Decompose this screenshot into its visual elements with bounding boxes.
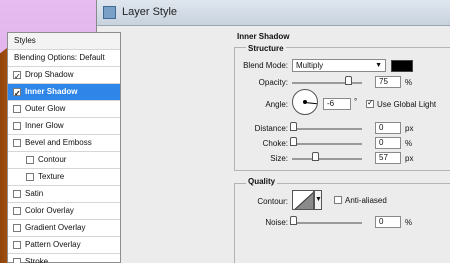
style-item-contour[interactable]: Contour: [8, 152, 120, 169]
angle-unit: °: [354, 97, 358, 106]
style-item-color-overlay[interactable]: Color Overlay: [8, 203, 120, 220]
contour-label: Contour:: [257, 197, 288, 206]
opacity-input[interactable]: 75: [375, 76, 401, 88]
size-slider-track[interactable]: [292, 158, 362, 160]
style-item-label: Stroke: [25, 257, 49, 263]
app-icon: [103, 6, 116, 19]
angle-label: Angle:: [265, 100, 288, 109]
bevel-emboss-checkbox[interactable]: [13, 139, 21, 147]
distance-slider-track[interactable]: [292, 128, 362, 130]
opacity-slider-handle[interactable]: [345, 76, 352, 85]
size-unit: px: [405, 154, 414, 163]
inner-glow-checkbox[interactable]: [13, 122, 21, 130]
gradient-overlay-checkbox[interactable]: [13, 224, 21, 232]
style-item-drop-shadow[interactable]: Drop Shadow: [8, 67, 120, 85]
noise-slider-handle[interactable]: [290, 216, 297, 225]
anti-aliased-label: Anti-aliased: [345, 196, 387, 205]
size-slider-handle[interactable]: [312, 152, 319, 161]
style-item-label: Inner Shadow: [25, 87, 78, 96]
style-item-label: Blending Options: Default: [14, 53, 105, 62]
use-global-light-label: Use Global Light: [377, 100, 437, 109]
choke-unit: %: [405, 139, 413, 148]
blend-mode-value: Multiply: [296, 61, 324, 70]
style-item-label: Bevel and Emboss: [25, 138, 92, 147]
size-label: Size:: [270, 154, 288, 163]
style-item-label: Drop Shadow: [25, 70, 74, 79]
noise-label: Noise:: [265, 218, 288, 227]
opacity-label: Opacity:: [258, 78, 288, 87]
satin-checkbox[interactable]: [13, 190, 21, 198]
style-item-label: Texture: [38, 172, 65, 181]
style-item-pattern-overlay[interactable]: Pattern Overlay: [8, 237, 120, 254]
noise-input[interactable]: 0: [375, 216, 401, 228]
styles-header[interactable]: Styles: [8, 33, 120, 50]
choke-slider-handle[interactable]: [290, 137, 297, 146]
size-input[interactable]: 57: [375, 152, 401, 164]
contour-checkbox[interactable]: [26, 156, 34, 164]
style-item-texture[interactable]: Texture: [8, 169, 120, 186]
stroke-checkbox[interactable]: [13, 258, 21, 263]
texture-checkbox[interactable]: [26, 173, 34, 181]
use-global-light-checkbox[interactable]: [366, 98, 374, 108]
style-item-stroke[interactable]: Stroke: [8, 254, 120, 263]
distance-slider-handle[interactable]: [290, 122, 297, 131]
blend-mode-select[interactable]: Multiply ▼: [292, 59, 386, 72]
anti-aliased-checkbox[interactable]: [334, 196, 342, 204]
distance-label: Distance:: [254, 124, 288, 133]
window-title: Layer Style: [122, 6, 178, 18]
style-item-outer-glow[interactable]: Outer Glow: [8, 101, 120, 118]
contour-dropdown-button[interactable]: ▼: [314, 190, 322, 210]
color-overlay-checkbox[interactable]: [13, 207, 21, 215]
opacity-unit: %: [405, 78, 413, 87]
angle-dial[interactable]: [292, 89, 318, 115]
shadow-color-swatch[interactable]: [391, 60, 413, 72]
choke-label: Choke:: [262, 139, 288, 148]
choke-input[interactable]: 0: [375, 137, 401, 149]
contour-curve-icon: [294, 192, 313, 209]
style-item-label: Gradient Overlay: [25, 223, 86, 232]
style-item-label: Pattern Overlay: [25, 240, 81, 249]
styles-list: Styles Blending Options: Default Drop Sh…: [7, 32, 121, 263]
inner-shadow-title: Inner Shadow: [237, 32, 290, 41]
style-item-gradient-overlay[interactable]: Gradient Overlay: [8, 220, 120, 237]
style-item-satin[interactable]: Satin: [8, 186, 120, 203]
style-item-inner-glow[interactable]: Inner Glow: [8, 118, 120, 135]
angle-input[interactable]: -6: [323, 98, 351, 110]
inner-shadow-checkbox[interactable]: [13, 86, 21, 102]
noise-slider-track[interactable]: [292, 222, 362, 224]
angle-dial-center: [303, 100, 307, 104]
drop-shadow-checkbox[interactable]: [13, 69, 21, 85]
style-item-label: Inner Glow: [25, 121, 64, 130]
noise-unit: %: [405, 218, 413, 227]
title-bar: Layer Style: [97, 0, 450, 26]
style-item-blending-options[interactable]: Blending Options: Default: [8, 50, 120, 67]
style-item-label: Contour: [38, 155, 67, 164]
choke-slider-track[interactable]: [292, 143, 362, 145]
quality-title: Quality: [246, 177, 278, 186]
style-item-label: Outer Glow: [25, 104, 66, 113]
blend-mode-label: Blend Mode:: [243, 61, 288, 70]
chevron-down-icon: ▼: [375, 62, 382, 69]
style-item-inner-shadow[interactable]: Inner Shadow: [8, 84, 120, 102]
style-item-label: Satin: [25, 189, 44, 198]
pattern-overlay-checkbox[interactable]: [13, 241, 21, 249]
distance-input[interactable]: 0: [375, 122, 401, 134]
style-item-label: Color Overlay: [25, 206, 74, 215]
chevron-down-icon: ▼: [315, 196, 322, 203]
structure-title: Structure: [246, 44, 286, 53]
outer-glow-checkbox[interactable]: [13, 105, 21, 113]
contour-preview[interactable]: [292, 190, 314, 210]
style-item-bevel-emboss[interactable]: Bevel and Emboss: [8, 135, 120, 152]
styles-header-label: Styles: [14, 36, 36, 45]
distance-unit: px: [405, 124, 414, 133]
